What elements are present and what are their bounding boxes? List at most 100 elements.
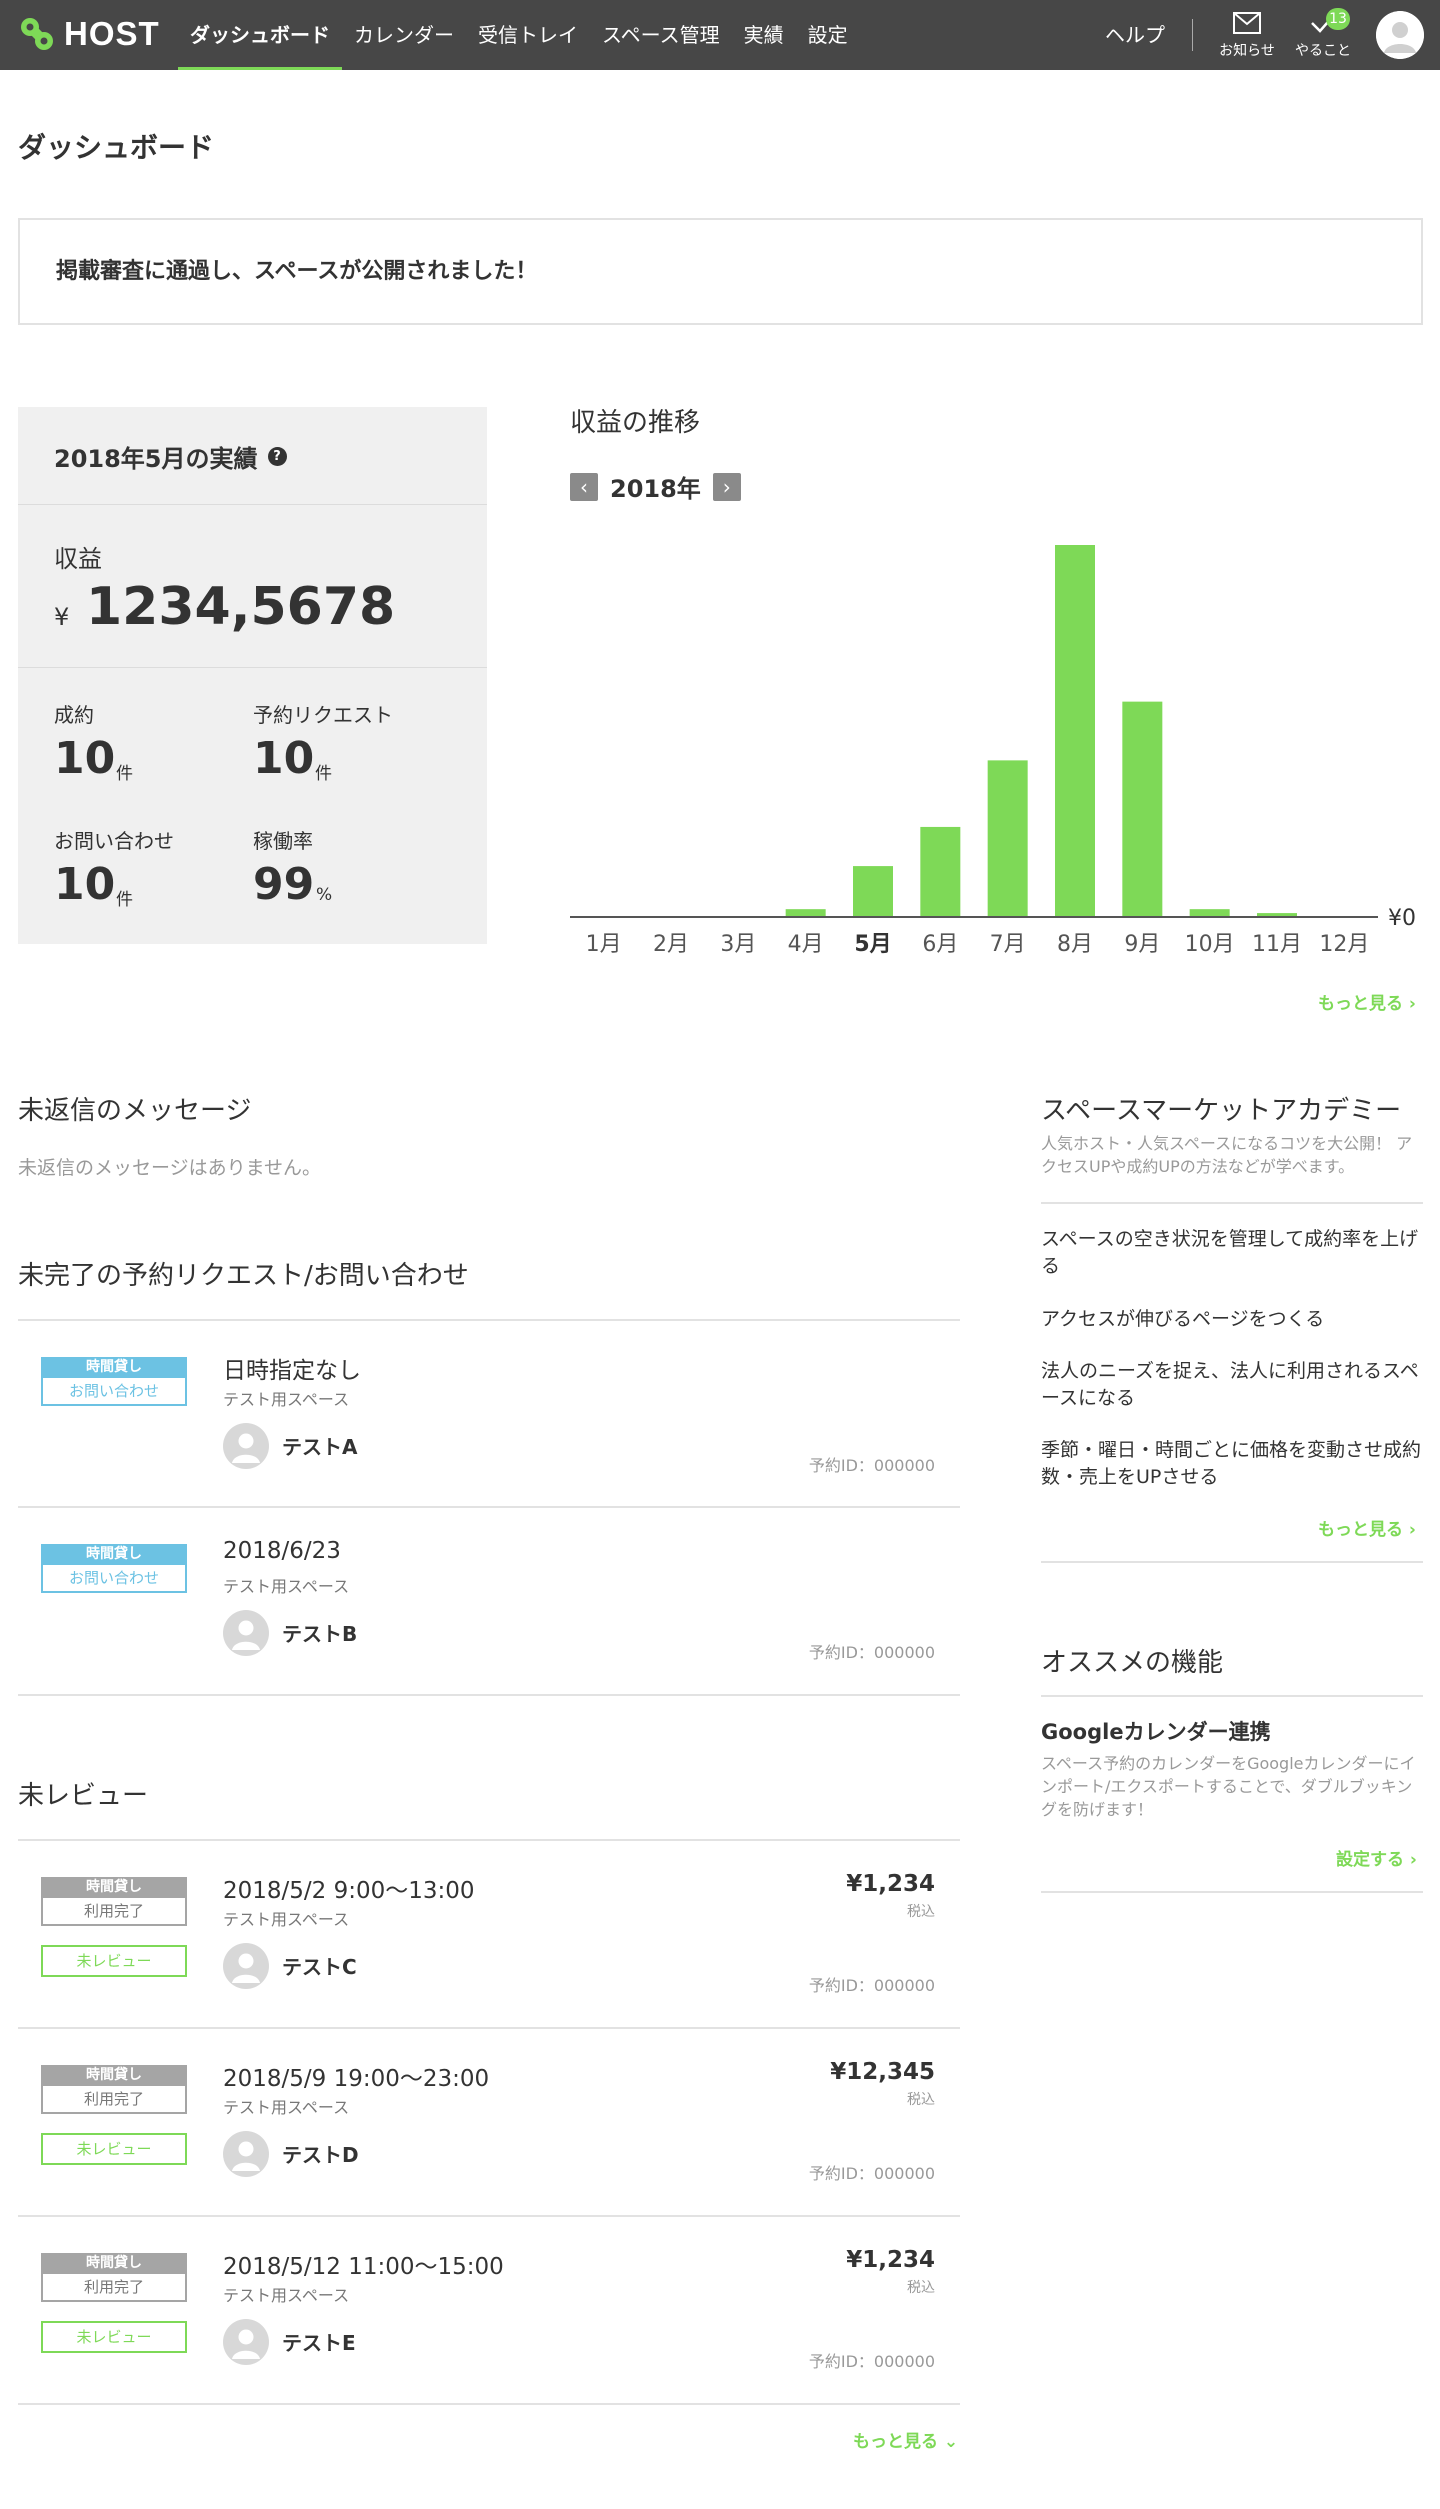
user-icon: [232, 2141, 260, 2171]
messages-empty: 未返信のメッセージはありません。: [18, 1157, 322, 1179]
request-item[interactable]: 時間貸し お問い合わせ 2018/6/23 テスト用スペース テストB 予約ID…: [18, 1508, 960, 1695]
chart-month-label: 3月: [720, 932, 756, 957]
stat-unit-contracts: 件: [116, 764, 133, 784]
help-icon[interactable]: ?: [267, 447, 287, 466]
unreviewed-badge: 未レビュー: [41, 2133, 187, 2165]
chart-month-label: 12月: [1319, 932, 1369, 957]
tag-type: 時間貸し: [41, 2253, 187, 2274]
academy-link[interactable]: スペースの空き状況を管理して成約率を上げる: [1041, 1226, 1423, 1280]
monthly-title-text: 2018年5月の実績: [54, 445, 258, 473]
top-navigation-bar: HOST ダッシュボード カレンダー 受信トレイ スペース管理 実績 設定 ヘル…: [0, 0, 1440, 70]
feature-settings-link[interactable]: 設定する ›: [1336, 1845, 1417, 1870]
review-title: 2018/5/2 9:00〜13:00: [223, 1878, 475, 1904]
stat-label-inquiries: お問い合わせ: [54, 829, 174, 853]
stat-label-requests: 予約リクエスト: [253, 703, 393, 727]
academy-link[interactable]: 季節・曜日・時間ごとに価格を変動させ成約数・売上をUPさせる: [1041, 1437, 1423, 1491]
chart-month-label: 7月: [990, 932, 1026, 957]
stat-value-occupancy: 99: [253, 859, 315, 910]
review-title: 2018/5/9 19:00〜23:00: [223, 2066, 490, 2092]
review-tag: 時間貸し 利用完了: [41, 2253, 187, 2302]
stat-label-contracts: 成約: [54, 703, 94, 727]
page-title: ダッシュボード: [18, 131, 215, 164]
help-link[interactable]: ヘルプ: [1105, 0, 1165, 70]
tag-status: 利用完了: [41, 1898, 187, 1926]
chart-bar: [853, 866, 893, 917]
prev-year-button[interactable]: ‹: [570, 472, 598, 501]
academy-title: スペースマーケットアカデミー: [1041, 1096, 1402, 1126]
review-item[interactable]: 時間貸し 利用完了 未レビュー 2018/5/9 19:00〜23:00 テスト…: [18, 2029, 960, 2216]
nav-performance[interactable]: 実績: [732, 0, 796, 70]
user-icon: [232, 1433, 260, 1463]
mail-icon: [1233, 12, 1261, 34]
section-divider: [1041, 1695, 1423, 1697]
logo-icon: [21, 18, 53, 50]
request-id: 予約ID：000000: [808, 1456, 935, 1475]
notifications-button[interactable]: お知らせ: [1214, 12, 1280, 60]
feature-settings-label: 設定する: [1336, 1850, 1404, 1870]
request-title: 2018/6/23: [223, 1538, 341, 1564]
avatar: [223, 2319, 269, 2365]
avatar: [223, 1610, 269, 1656]
review-price: ¥12,345: [830, 2059, 935, 2085]
chart-bar: [987, 760, 1028, 917]
request-tag: 時間貸し お問い合わせ: [41, 1544, 187, 1593]
review-space: テスト用スペース: [223, 2286, 350, 2305]
stat-label-occupancy: 稼働率: [253, 829, 313, 853]
nav-calendar[interactable]: カレンダー: [342, 0, 466, 70]
card-divider: [18, 667, 487, 668]
chart-more-link[interactable]: もっと見る ›: [1318, 989, 1416, 1014]
feature-description: スペース予約のカレンダーをGoogleカレンダーにインポート/エクスポートするこ…: [1041, 1754, 1416, 1819]
academy-more-link[interactable]: もっと見る ›: [1318, 1515, 1416, 1540]
review-tax: 税込: [907, 2280, 935, 2296]
nav-settings[interactable]: 設定: [796, 0, 860, 70]
revenue-label: 収益: [54, 545, 102, 573]
avatar: [223, 1423, 269, 1469]
user-icon: [232, 1953, 260, 1983]
request-space: テスト用スペース: [223, 1577, 350, 1596]
nav-space-management[interactable]: スペース管理: [590, 0, 732, 70]
revenue-bar-chart: 1月 2月 3月 4月 5月 6月 7月 8月 9月 10月 11月 12月 ¥0: [570, 545, 1416, 957]
chart-bar: [920, 826, 961, 917]
revenue-chart-title: 収益の推移: [570, 408, 701, 438]
request-item[interactable]: 時間貸し お問い合わせ 日時指定なし テスト用スペース テストA 予約ID：00…: [18, 1321, 960, 1508]
review-price: ¥1,234: [846, 2247, 935, 2273]
academy-link[interactable]: アクセスが伸びるページをつくる: [1041, 1306, 1423, 1333]
chart-month-label: 8月: [1057, 932, 1093, 957]
notifications-label: お知らせ: [1219, 43, 1275, 59]
chart-bar: [1189, 909, 1230, 917]
messages-title: 未返信のメッセージ: [18, 1096, 252, 1126]
review-tax: 税込: [907, 1904, 935, 1920]
host-logo[interactable]: HOST: [18, 14, 160, 54]
nav-inbox[interactable]: 受信トレイ: [466, 0, 590, 70]
review-item[interactable]: 時間貸し 利用完了 未レビュー 2018/5/12 11:00〜15:00 テス…: [18, 2217, 960, 2404]
avatar: [223, 1943, 269, 1989]
tag-type: 時間貸し: [41, 1877, 187, 1898]
request-user: テストB: [282, 1622, 358, 1646]
user-icon: [232, 2329, 260, 2359]
logo-text: HOST: [64, 15, 160, 52]
stat-value-contracts: 10: [54, 733, 116, 784]
section-divider: [1041, 1561, 1423, 1563]
review-id: 予約ID：000000: [808, 2352, 935, 2371]
stat-unit-occupancy: %: [316, 885, 333, 905]
review-tax: 税込: [907, 2092, 935, 2108]
user-avatar[interactable]: [1376, 11, 1424, 59]
todo-count-badge: 13: [1326, 8, 1350, 30]
revenue-value: 1234,5678: [86, 577, 396, 637]
review-id: 予約ID：000000: [808, 1976, 935, 1995]
next-year-button[interactable]: ›: [712, 472, 741, 501]
chart-month-label: 1月: [586, 932, 622, 957]
review-item[interactable]: 時間貸し 利用完了 未レビュー 2018/5/2 9:00〜13:00 テスト用…: [18, 1841, 960, 2028]
nav-dashboard[interactable]: ダッシュボード: [178, 0, 342, 70]
reviews-more-label: もっと見る: [853, 2432, 938, 2452]
requests-title: 未完了の予約リクエスト/お問い合わせ: [18, 1261, 469, 1291]
tag-status: 利用完了: [41, 2086, 187, 2114]
tag-type: 時間貸し: [41, 1357, 187, 1378]
tag-status: 利用完了: [41, 2274, 187, 2302]
academy-link[interactable]: 法人のニーズを捉え、法人に利用されるスペースになる: [1041, 1358, 1423, 1412]
reviews-more-link[interactable]: もっと見る ⌄: [853, 2427, 958, 2452]
review-price: ¥1,234: [846, 1871, 935, 1897]
stat-unit-inquiries: 件: [116, 890, 133, 910]
review-tag: 時間貸し 利用完了: [41, 1877, 187, 1926]
chart-more-label: もっと見る: [1318, 994, 1403, 1014]
